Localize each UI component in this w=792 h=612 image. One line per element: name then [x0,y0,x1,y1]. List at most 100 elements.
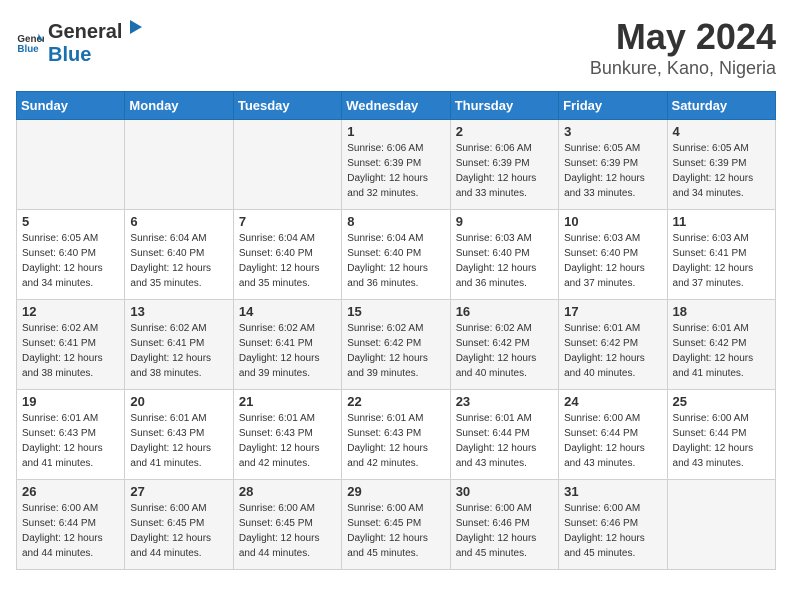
calendar-cell: 10 Sunrise: 6:03 AM Sunset: 6:40 PM Dayli… [559,210,667,300]
calendar-cell: 22 Sunrise: 6:01 AM Sunset: 6:43 PM Dayli… [342,390,450,480]
day-info: Sunrise: 6:00 AM Sunset: 6:45 PM Dayligh… [347,501,444,561]
day-number: 25 [673,394,770,409]
day-number: 13 [130,304,227,319]
calendar-cell: 9 Sunrise: 6:03 AM Sunset: 6:40 PM Daylig… [450,210,558,300]
day-info: Sunrise: 6:03 AM Sunset: 6:40 PM Dayligh… [564,231,661,291]
day-number: 9 [456,214,553,229]
calendar-cell: 29Sunrise: 6:00 AM Sunset: 6:45 PM Dayli… [342,480,450,570]
calendar-cell: 7 Sunrise: 6:04 AM Sunset: 6:40 PM Daylig… [233,210,341,300]
calendar-cell: 5 Sunrise: 6:05 AM Sunset: 6:40 PM Daylig… [17,210,125,300]
day-info: Sunrise: 6:00 AM Sunset: 6:46 PM Dayligh… [456,501,553,561]
day-number: 14 [239,304,336,319]
calendar-cell: 2Sunrise: 6:06 AM Sunset: 6:39 PM Daylig… [450,120,558,210]
day-info: Sunrise: 6:01 AM Sunset: 6:44 PM Dayligh… [456,411,553,471]
day-info: Sunrise: 6:00 AM Sunset: 6:44 PM Dayligh… [564,411,661,471]
calendar-cell: 16 Sunrise: 6:02 AM Sunset: 6:42 PM Dayli… [450,300,558,390]
day-info: Sunrise: 6:01 AM Sunset: 6:43 PM Dayligh… [347,411,444,471]
calendar-cell: 15Sunrise: 6:02 AM Sunset: 6:42 PM Dayli… [342,300,450,390]
day-info: Sunrise: 6:00 AM Sunset: 6:45 PM Dayligh… [239,501,336,561]
day-info: Sunrise: 6:05 AM Sunset: 6:39 PM Dayligh… [673,141,770,201]
day-info: Sunrise: 6:03 AM Sunset: 6:40 PM Dayligh… [456,231,553,291]
logo: General Blue General Blue [16,16,144,67]
column-header-friday: Friday [559,92,667,120]
day-number: 20 [130,394,227,409]
day-number: 17 [564,304,661,319]
day-info: Sunrise: 6:04 AM Sunset: 6:40 PM Dayligh… [347,231,444,291]
column-header-thursday: Thursday [450,92,558,120]
svg-text:Blue: Blue [17,43,39,54]
calendar-cell: 31 Sunrise: 6:00 AM Sunset: 6:46 PM Dayli… [559,480,667,570]
day-number: 2 [456,124,553,139]
calendar-cell: 14 Sunrise: 6:02 AM Sunset: 6:41 PM Dayli… [233,300,341,390]
day-number: 7 [239,214,336,229]
calendar-week-row: 12Sunrise: 6:02 AM Sunset: 6:41 PM Dayli… [17,300,776,390]
day-number: 4 [673,124,770,139]
column-header-wednesday: Wednesday [342,92,450,120]
column-header-sunday: Sunday [17,92,125,120]
day-number: 11 [673,214,770,229]
day-info: Sunrise: 6:02 AM Sunset: 6:41 PM Dayligh… [130,321,227,381]
day-number: 10 [564,214,661,229]
main-title: May 2024 [590,16,776,58]
calendar-cell: 23Sunrise: 6:01 AM Sunset: 6:44 PM Dayli… [450,390,558,480]
calendar-cell [125,120,233,210]
day-info: Sunrise: 6:04 AM Sunset: 6:40 PM Dayligh… [239,231,336,291]
day-info: Sunrise: 6:00 AM Sunset: 6:45 PM Dayligh… [130,501,227,561]
day-number: 5 [22,214,119,229]
day-info: Sunrise: 6:06 AM Sunset: 6:39 PM Dayligh… [347,141,444,201]
calendar-cell: 21 Sunrise: 6:01 AM Sunset: 6:43 PM Dayli… [233,390,341,480]
day-number: 1 [347,124,444,139]
day-info: Sunrise: 6:02 AM Sunset: 6:41 PM Dayligh… [22,321,119,381]
calendar-cell: 12Sunrise: 6:02 AM Sunset: 6:41 PM Dayli… [17,300,125,390]
day-number: 31 [564,484,661,499]
calendar-cell: 24Sunrise: 6:00 AM Sunset: 6:44 PM Dayli… [559,390,667,480]
calendar-cell [233,120,341,210]
day-info: Sunrise: 6:05 AM Sunset: 6:39 PM Dayligh… [564,141,661,201]
day-number: 8 [347,214,444,229]
column-header-tuesday: Tuesday [233,92,341,120]
column-header-saturday: Saturday [667,92,775,120]
day-number: 6 [130,214,227,229]
day-number: 15 [347,304,444,319]
day-info: Sunrise: 6:01 AM Sunset: 6:43 PM Dayligh… [130,411,227,471]
calendar-week-row: 5 Sunrise: 6:05 AM Sunset: 6:40 PM Daylig… [17,210,776,300]
day-info: Sunrise: 6:00 AM Sunset: 6:46 PM Dayligh… [564,501,661,561]
day-number: 30 [456,484,553,499]
day-info: Sunrise: 6:01 AM Sunset: 6:43 PM Dayligh… [239,411,336,471]
day-number: 3 [564,124,661,139]
page-header: General Blue General Blue May 2024 Bunku… [16,16,776,79]
day-number: 18 [673,304,770,319]
day-info: Sunrise: 6:05 AM Sunset: 6:40 PM Dayligh… [22,231,119,291]
calendar-week-row: 19 Sunrise: 6:01 AM Sunset: 6:43 PM Dayli… [17,390,776,480]
title-area: May 2024 Bunkure, Kano, Nigeria [590,16,776,79]
logo-general-text: General [48,21,122,44]
calendar-week-row: 26 Sunrise: 6:00 AM Sunset: 6:44 PM Dayli… [17,480,776,570]
day-info: Sunrise: 6:02 AM Sunset: 6:41 PM Dayligh… [239,321,336,381]
day-number: 19 [22,394,119,409]
calendar-cell: 25 Sunrise: 6:00 AM Sunset: 6:44 PM Dayli… [667,390,775,480]
calendar-cell: 28 Sunrise: 6:00 AM Sunset: 6:45 PM Dayli… [233,480,341,570]
day-info: Sunrise: 6:00 AM Sunset: 6:44 PM Dayligh… [673,411,770,471]
calendar-cell: 6 Sunrise: 6:04 AM Sunset: 6:40 PM Daylig… [125,210,233,300]
calendar-header-row: SundayMondayTuesdayWednesdayThursdayFrid… [17,92,776,120]
logo-triangle-icon [122,16,144,38]
calendar-cell: 26 Sunrise: 6:00 AM Sunset: 6:44 PM Dayli… [17,480,125,570]
day-info: Sunrise: 6:00 AM Sunset: 6:44 PM Dayligh… [22,501,119,561]
day-info: Sunrise: 6:04 AM Sunset: 6:40 PM Dayligh… [130,231,227,291]
calendar-cell: 4 Sunrise: 6:05 AM Sunset: 6:39 PM Daylig… [667,120,775,210]
day-number: 22 [347,394,444,409]
logo-icon: General Blue [16,28,44,56]
day-number: 16 [456,304,553,319]
calendar-cell: 17Sunrise: 6:01 AM Sunset: 6:42 PM Dayli… [559,300,667,390]
day-info: Sunrise: 6:02 AM Sunset: 6:42 PM Dayligh… [456,321,553,381]
day-info: Sunrise: 6:01 AM Sunset: 6:43 PM Dayligh… [22,411,119,471]
day-number: 28 [239,484,336,499]
calendar-cell [667,480,775,570]
day-number: 27 [130,484,227,499]
day-info: Sunrise: 6:01 AM Sunset: 6:42 PM Dayligh… [673,321,770,381]
day-number: 26 [22,484,119,499]
calendar-table: SundayMondayTuesdayWednesdayThursdayFrid… [16,91,776,570]
day-number: 21 [239,394,336,409]
calendar-cell [17,120,125,210]
calendar-cell: 27 Sunrise: 6:00 AM Sunset: 6:45 PM Dayli… [125,480,233,570]
